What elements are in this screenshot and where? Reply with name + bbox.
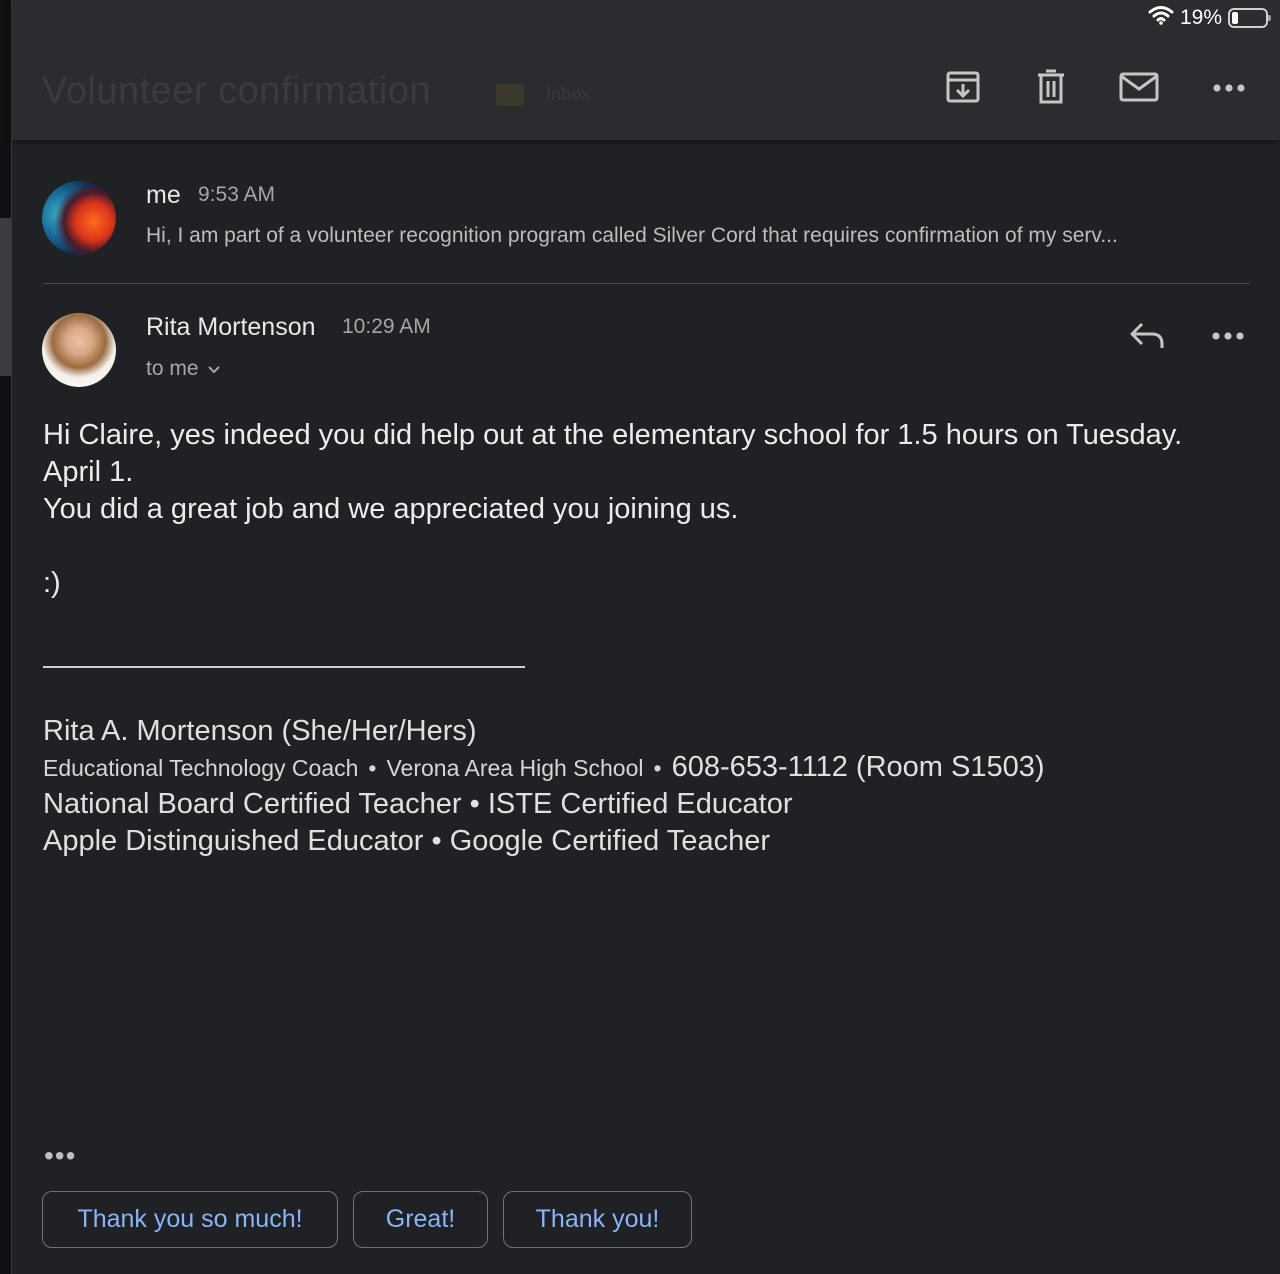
signature-name: Rita A. Mortenson (She/Her/Hers): [43, 715, 477, 747]
chevron-down-icon: [207, 357, 221, 381]
message-snippet: Hi, I am part of a volunteer recognition…: [146, 224, 1118, 247]
message-divider: [43, 283, 1250, 284]
sender-name: me: [146, 181, 181, 209]
signature-separator: •: [653, 755, 662, 781]
recipients-toggle[interactable]: to me: [146, 357, 221, 381]
split-view-edge: [0, 0, 12, 1274]
profile-photo-avatar[interactable]: [42, 313, 116, 387]
signature-role: Educational Technology Coach: [43, 755, 359, 781]
signature-separator: •: [368, 755, 377, 781]
body-line: You did a great job and we appreciated y…: [43, 493, 739, 525]
planet-avatar: [42, 181, 116, 255]
mail-icon: [1119, 71, 1159, 108]
reply-button[interactable]: [1126, 316, 1168, 358]
message-more-button[interactable]: [1207, 316, 1249, 358]
email-view: 19% Volunteer confirmation Inbox me 9:53…: [0, 0, 1280, 1274]
smart-reply-button[interactable]: Great!: [353, 1191, 488, 1248]
message-time: 10:29 AM: [342, 315, 431, 338]
body-line: Hi Claire, yes indeed you did help out a…: [43, 419, 1183, 451]
sender-name: Rita Mortenson: [146, 313, 316, 341]
show-quoted-text-button[interactable]: •••: [44, 1140, 76, 1172]
battery-level: [1232, 12, 1238, 24]
battery-icon: [1228, 8, 1271, 28]
toolbar: 19% Volunteer confirmation Inbox: [12, 0, 1280, 140]
archive-button[interactable]: [942, 68, 984, 110]
wifi-icon: [1148, 5, 1174, 31]
email-subject: Volunteer confirmation: [42, 70, 432, 112]
signature-phone[interactable]: 608-653-1112 (Room S1503): [672, 751, 1045, 784]
body-line: April 1.: [43, 456, 134, 488]
signature-certifications: National Board Certified Teacher • ISTE …: [43, 788, 793, 820]
more-horizontal-icon: [1211, 328, 1245, 346]
signature-rule: [43, 666, 525, 668]
signature-role-line: Educational Technology Coach • Verona Ar…: [43, 751, 1045, 784]
signature-certifications: Apple Distinguished Educator • Google Ce…: [43, 825, 770, 857]
reply-icon: [1128, 320, 1166, 355]
split-view-handle[interactable]: [0, 218, 11, 376]
more-horizontal-icon: [1212, 80, 1246, 98]
delete-button[interactable]: [1030, 68, 1072, 110]
body-line: :): [43, 567, 61, 599]
subject-label: Inbox: [546, 84, 591, 104]
more-options-button[interactable]: [1208, 68, 1250, 110]
message-time: 9:53 AM: [198, 183, 276, 206]
label-tag-icon: [496, 84, 524, 106]
battery-percent: 19%: [1179, 6, 1222, 29]
archive-icon: [945, 69, 981, 110]
smart-reply-button[interactable]: Thank you so much!: [42, 1191, 338, 1248]
mark-unread-button[interactable]: [1118, 68, 1160, 110]
trash-icon: [1033, 69, 1069, 110]
status-bar: 19%: [1148, 5, 1271, 31]
smart-reply-button[interactable]: Thank you!: [503, 1191, 692, 1248]
recipients-label: to me: [146, 357, 199, 380]
signature-school: Verona Area High School: [386, 755, 644, 781]
